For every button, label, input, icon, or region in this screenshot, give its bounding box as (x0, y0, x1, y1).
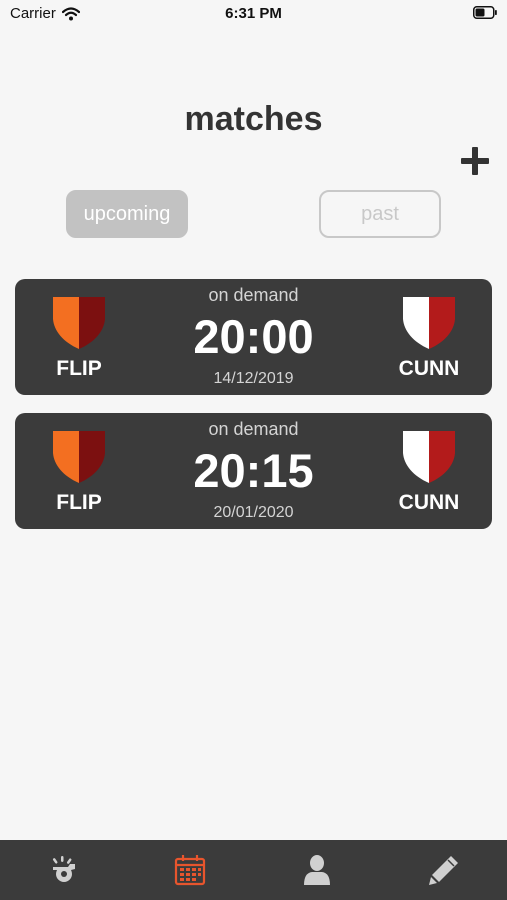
away-team: CUNN (381, 429, 477, 515)
tab-edit[interactable] (380, 840, 507, 900)
pencil-icon (428, 856, 458, 885)
tab-profile[interactable] (254, 840, 381, 900)
add-match-button[interactable] (458, 144, 492, 178)
match-card[interactable]: FLIP on demand 20:15 20/01/2020 CUNN (15, 413, 492, 529)
away-team-shield-icon (403, 431, 455, 483)
away-team-name: CUNN (398, 491, 460, 514)
battery-icon (473, 6, 497, 19)
tab-bar (0, 840, 507, 900)
status-time: 6:31 PM (225, 5, 282, 22)
away-team: CUNN (381, 295, 477, 381)
away-team-name: CUNN (398, 357, 460, 380)
calendar-icon (175, 855, 206, 886)
match-card[interactable]: FLIP on demand 20:00 14/12/2019 CUNN (15, 279, 492, 395)
tab-matches[interactable] (127, 840, 254, 900)
user-icon (303, 855, 330, 885)
away-team-shield-icon (403, 297, 455, 349)
past-tab-button[interactable]: past (319, 190, 441, 238)
page-title: matches (184, 100, 323, 138)
upcoming-tab-button[interactable]: upcoming (66, 190, 188, 238)
plus-icon (461, 147, 489, 175)
whistle-icon (53, 856, 76, 882)
status-bar: Carrier 6:31 PM (0, 0, 507, 28)
past-label: past (361, 202, 399, 225)
tab-referee[interactable] (0, 840, 127, 900)
upcoming-label: upcoming (83, 202, 171, 225)
